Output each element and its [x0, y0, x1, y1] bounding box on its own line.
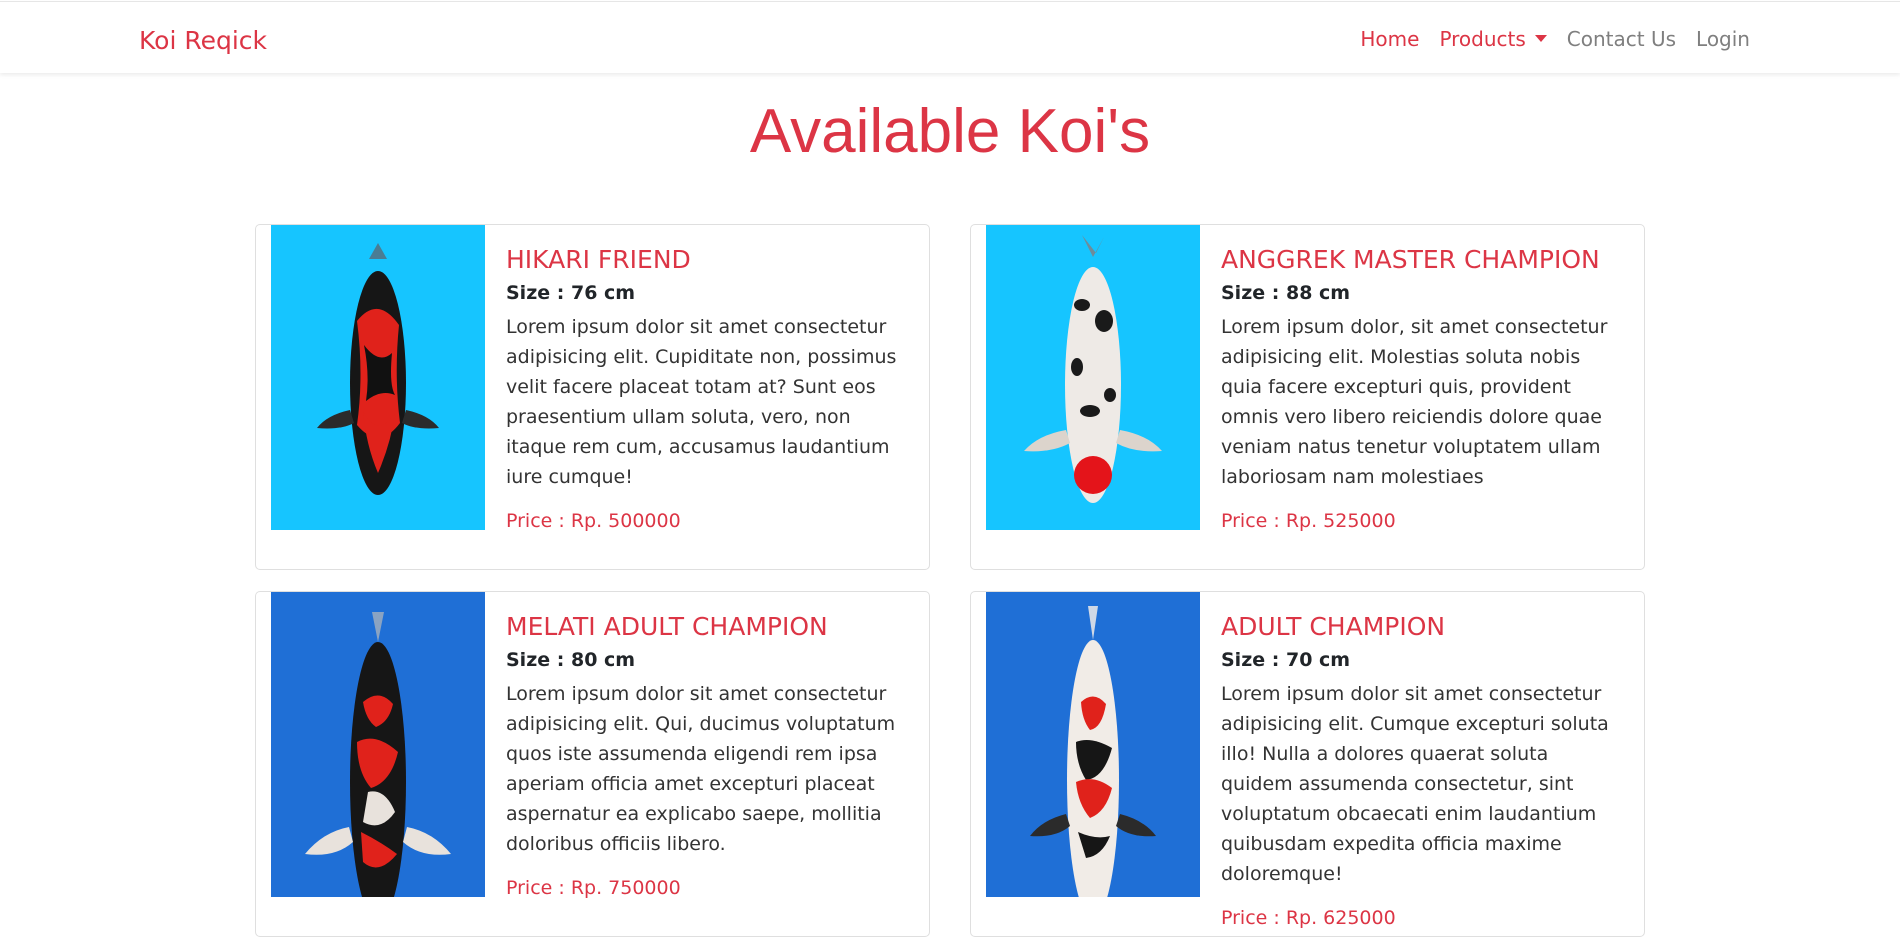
koi-photo	[271, 225, 485, 530]
brand-link[interactable]: Koi Reqick	[139, 26, 267, 55]
product-card: MELATI ADULT CHAMPION Size : 80 cm Lorem…	[255, 591, 930, 937]
nav-products-label: Products	[1439, 27, 1526, 51]
product-card-body: ANGGREK MASTER CHAMPION Size : 88 cm Lor…	[1221, 245, 1621, 532]
product-size: Size : 70 cm	[1221, 649, 1351, 671]
product-card: ANGGREK MASTER CHAMPION Size : 88 cm Lor…	[970, 224, 1645, 570]
top-navbar: Koi Reqick Home Products Contact Us Logi…	[0, 1, 1900, 73]
product-card: ADULT CHAMPION Size : 70 cm Lorem ipsum …	[970, 591, 1645, 937]
nav-home[interactable]: Home	[1360, 27, 1419, 51]
koi-photo	[986, 225, 1200, 530]
nav-products-dropdown[interactable]: Products	[1439, 27, 1547, 51]
koi-photo	[986, 592, 1200, 897]
product-card-body: ADULT CHAMPION Size : 70 cm Lorem ipsum …	[1221, 612, 1621, 929]
product-name: ADULT CHAMPION	[1221, 612, 1446, 641]
product-name: HIKARI FRIEND	[506, 245, 691, 274]
product-price: Price : Rp. 750000	[506, 877, 681, 899]
product-description: Lorem ipsum dolor sit amet consectetur a…	[506, 683, 896, 855]
nav-login[interactable]: Login	[1696, 27, 1750, 51]
product-description: Lorem ipsum dolor sit amet consectetur a…	[506, 316, 897, 488]
product-price: Price : Rp. 625000	[1221, 907, 1396, 929]
koi-photo	[271, 592, 485, 897]
product-card: HIKARI FRIEND Size : 76 cm Lorem ipsum d…	[255, 224, 930, 570]
product-size: Size : 80 cm	[506, 649, 636, 671]
product-name: ANGGREK MASTER CHAMPION	[1221, 245, 1600, 274]
nav-contact-us[interactable]: Contact Us	[1567, 27, 1676, 51]
product-name: MELATI ADULT CHAMPION	[506, 612, 828, 641]
product-price: Price : Rp. 500000	[506, 510, 681, 532]
chevron-down-icon	[1534, 35, 1547, 42]
product-size: Size : 88 cm	[1221, 282, 1351, 304]
product-card-body: HIKARI FRIEND Size : 76 cm Lorem ipsum d…	[506, 245, 906, 532]
product-description: Lorem ipsum dolor sit amet consectetur a…	[1221, 683, 1609, 885]
page-title: Available Koi's	[749, 97, 1151, 166]
nav-menu: Home Products Contact Us Login	[1360, 27, 1750, 51]
product-size: Size : 76 cm	[506, 282, 636, 304]
product-price: Price : Rp. 525000	[1221, 510, 1396, 532]
product-card-body: MELATI ADULT CHAMPION Size : 80 cm Lorem…	[506, 612, 906, 899]
product-description: Lorem ipsum dolor, sit amet consectetur …	[1221, 316, 1608, 488]
